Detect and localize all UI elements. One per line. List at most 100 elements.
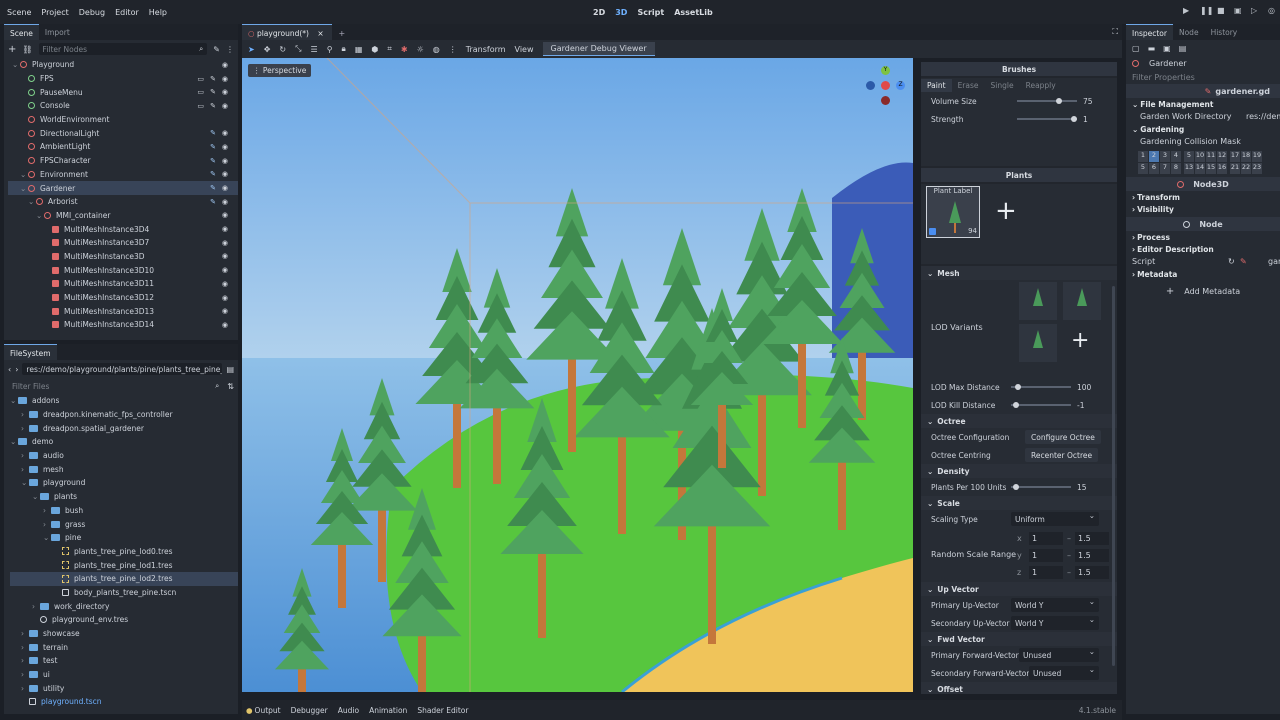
movie-clapper-icon[interactable]: ▭ — [197, 102, 204, 110]
lod-variant-2[interactable] — [1019, 324, 1057, 362]
file-item[interactable]: plants_tree_pine_lod0.tres — [10, 545, 238, 559]
visibility-section[interactable]: › Visibility — [1126, 203, 1280, 215]
plants-per-slider[interactable] — [1011, 484, 1071, 490]
expand-arrow-icon[interactable]: › — [21, 465, 29, 474]
expand-arrow-icon[interactable]: ⌄ — [20, 184, 28, 193]
visibility-eye-icon[interactable]: ◉ — [222, 61, 228, 69]
mask-bit[interactable]: 17 — [1230, 151, 1240, 162]
scene-node[interactable]: MultiMeshInstance3D14 ◉ — [8, 318, 238, 332]
plants-per-value[interactable]: 15 — [1077, 483, 1087, 492]
scene-node[interactable]: ⌄ Arborist ◉ ✎ — [8, 195, 238, 209]
checkbox-icon[interactable] — [929, 228, 936, 235]
menu-editor[interactable]: Editor — [115, 8, 139, 17]
octree-section[interactable]: ⌄ Octree — [921, 414, 1117, 428]
scene-node[interactable]: FPS ◉ ✎ ▭ — [8, 72, 238, 86]
configure-octree-button[interactable]: Configure Octree — [1025, 430, 1101, 444]
visibility-eye-icon[interactable]: ◉ — [222, 211, 228, 219]
file-item[interactable]: ⌄ plants — [10, 490, 238, 504]
scene-node[interactable]: MultiMeshInstance3D13 ◉ — [8, 304, 238, 318]
expand-arrow-icon[interactable]: › — [43, 506, 51, 515]
scale-tool-icon[interactable]: ⤡ — [295, 44, 301, 54]
offset-section[interactable]: ⌄ Offset — [921, 682, 1117, 694]
mask-bit[interactable]: 22 — [1241, 163, 1251, 174]
volume-size-value[interactable]: 75 — [1083, 97, 1093, 106]
mask-bit[interactable]: 23 — [1252, 163, 1262, 174]
transform-menu[interactable]: Transform — [466, 45, 506, 54]
scene-node[interactable]: MultiMeshInstance3D ◉ — [8, 250, 238, 264]
scene-node[interactable]: ⌄ Playground ◉ — [8, 58, 238, 72]
file-item[interactable]: › utility — [10, 681, 238, 695]
menu-scene[interactable]: Scene — [7, 8, 31, 17]
movie-clapper-icon[interactable]: ▭ — [197, 88, 204, 96]
visibility-eye-icon[interactable]: ◉ — [222, 266, 228, 274]
mask-bit[interactable]: 7 — [1160, 163, 1170, 174]
3d-viewport[interactable]: ⋮ Perspective Y Z — [242, 58, 913, 692]
file-item[interactable]: plants_tree_pine_lod1.tres — [10, 558, 238, 572]
scene-node[interactable]: WorldEnvironment — [8, 113, 238, 127]
screen-script[interactable]: Script — [637, 8, 664, 17]
ruler-icon[interactable]: ⚲ — [327, 45, 333, 54]
group-icon[interactable]: ▦ — [355, 45, 363, 54]
file-item[interactable]: › grass — [10, 517, 238, 531]
local-space-icon[interactable]: ⬢ — [371, 45, 378, 54]
scale-max-field[interactable]: 1.5 — [1075, 549, 1109, 562]
script-icon[interactable]: ✎ — [210, 143, 216, 151]
mask-bit[interactable]: 11 — [1206, 151, 1216, 162]
expand-arrow-icon[interactable]: › — [21, 410, 29, 419]
environment-icon[interactable]: ◍ — [433, 45, 440, 54]
mask-bit[interactable]: 21 — [1230, 163, 1240, 174]
file-item[interactable]: › showcase — [10, 627, 238, 641]
add-node-icon[interactable]: + — [8, 44, 16, 55]
script-icon[interactable]: ✎ — [213, 45, 220, 54]
scale-min-field[interactable]: 1 — [1029, 532, 1063, 545]
filter-nodes-input[interactable]: Filter Nodes ⌕ — [38, 43, 208, 55]
screen-assetlib[interactable]: AssetLib — [674, 8, 713, 17]
mask-bit[interactable]: 6 — [1149, 163, 1159, 174]
visibility-eye-icon[interactable]: ◉ — [222, 102, 228, 110]
mask-bit[interactable]: 5 — [1184, 151, 1194, 162]
movie-clapper-icon[interactable]: ▭ — [197, 75, 204, 83]
visibility-eye-icon[interactable]: ◉ — [222, 321, 228, 329]
up-vector-section[interactable]: ⌄ Up Vector — [921, 582, 1117, 596]
fwd-vector-section[interactable]: ⌄ Fwd Vector — [921, 632, 1117, 646]
script-icon[interactable]: ✎ — [210, 170, 216, 178]
file-item[interactable]: › audio — [10, 449, 238, 463]
tab-audio[interactable]: Audio — [338, 706, 359, 715]
secondary-fwd-dropdown[interactable]: Unused — [1029, 665, 1099, 680]
view-menu[interactable]: View — [515, 45, 534, 54]
script-icon[interactable]: ✎ — [210, 102, 216, 110]
expand-arrow-icon[interactable]: ⌄ — [43, 533, 51, 542]
work-dir-value[interactable]: res://dem — [1246, 112, 1280, 121]
lod-max-value[interactable]: 100 — [1077, 383, 1091, 392]
file-management-section[interactable]: ⌄ File Management — [1126, 98, 1280, 110]
volume-slider-knob[interactable] — [1056, 98, 1062, 104]
expand-arrow-icon[interactable]: › — [32, 602, 40, 611]
brush-tab-single[interactable]: Single — [985, 79, 1020, 92]
file-item[interactable]: playground_env.tres — [10, 613, 238, 627]
file-item[interactable]: › mesh — [10, 462, 238, 476]
file-item[interactable]: › work_directory — [10, 599, 238, 613]
brush-tab-erase[interactable]: Erase — [952, 79, 985, 92]
lod-variant-1[interactable] — [1063, 282, 1101, 320]
script-value[interactable]: gar — [1268, 257, 1280, 266]
lod-kill-value[interactable]: -1 — [1077, 401, 1084, 410]
strength-slider[interactable] — [1017, 116, 1077, 122]
pause-icon[interactable]: ❚❚ — [1200, 6, 1213, 16]
secondary-up-dropdown[interactable]: World Y — [1011, 615, 1099, 630]
mask-bit[interactable]: 4 — [1171, 151, 1181, 162]
mask-bit[interactable]: 14 — [1195, 163, 1205, 174]
brush-tab-paint[interactable]: Paint — [921, 78, 952, 92]
tab-node[interactable]: Node — [1173, 24, 1205, 40]
snap-icon[interactable]: ⌗ — [387, 44, 392, 54]
tab-debugger[interactable]: Debugger — [291, 706, 328, 715]
lod-kill-knob[interactable] — [1013, 402, 1019, 408]
move-tool-icon[interactable]: ✥ — [264, 45, 271, 54]
file-item[interactable]: › ui — [10, 668, 238, 682]
filter-files-input[interactable]: Filter Files ⌕ — [8, 380, 223, 392]
menu-debug[interactable]: Debug — [79, 8, 105, 17]
visibility-eye-icon[interactable]: ◉ — [222, 143, 228, 151]
mask-bit[interactable]: 19 — [1252, 151, 1262, 162]
file-item[interactable]: ⌄ playground — [10, 476, 238, 490]
expand-arrow-icon[interactable]: ⌄ — [20, 170, 28, 179]
mask-bit[interactable]: 1 — [1138, 151, 1148, 162]
